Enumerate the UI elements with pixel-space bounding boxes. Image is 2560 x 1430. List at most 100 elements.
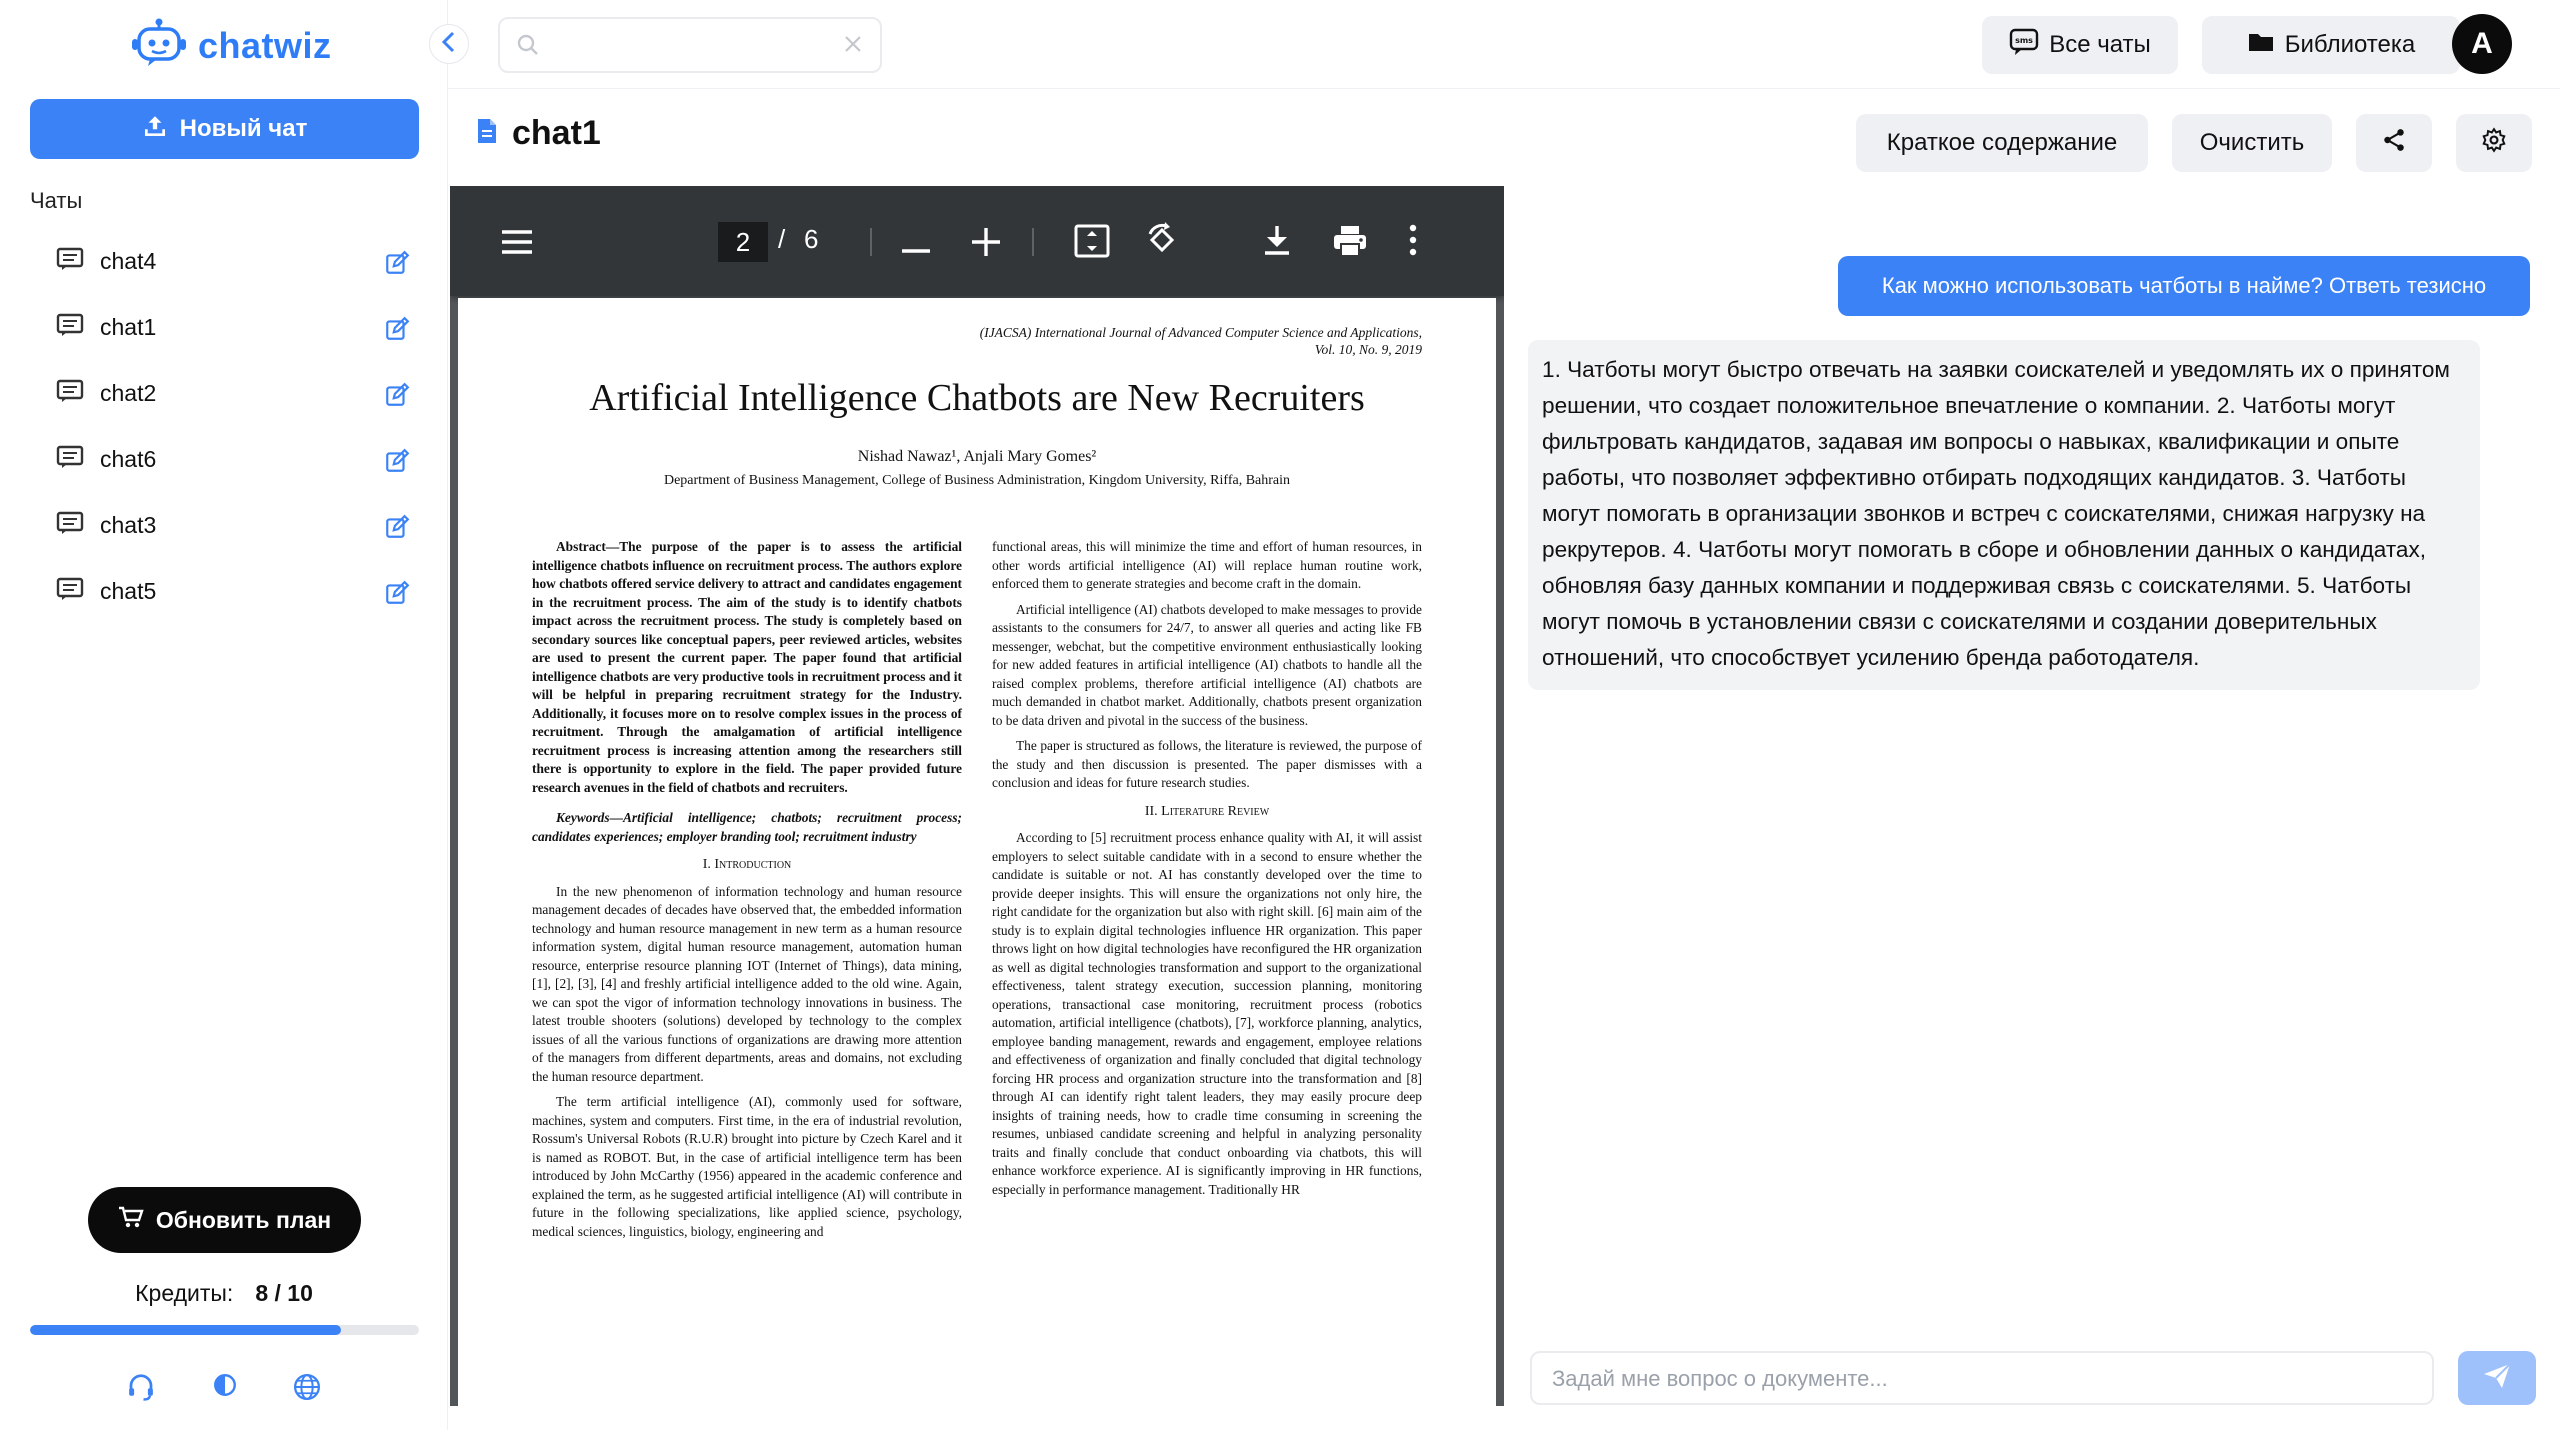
pdf-viewer[interactable]: 2 / 6 (IJACSA) International Journal of … — [450, 186, 1504, 1406]
search-box — [498, 17, 882, 73]
send-button[interactable] — [2458, 1351, 2536, 1405]
library-label: Библиотека — [2284, 31, 2416, 58]
clear-button[interactable]: Очистить — [2172, 114, 2332, 172]
summary-button[interactable]: Краткое содержание — [1856, 114, 2148, 172]
pdf-page: (IJACSA) International Journal of Advanc… — [458, 298, 1496, 1406]
cart-icon — [118, 1205, 144, 1235]
page-total: 6 — [804, 224, 819, 254]
download-icon[interactable] — [1262, 224, 1292, 261]
paper-paragraph: According to [5] recruitment process enh… — [992, 830, 1422, 1197]
edit-icon[interactable] — [384, 250, 410, 281]
new-chat-label: Новый чат — [179, 115, 308, 142]
logo[interactable]: chatwiz — [130, 18, 332, 73]
toolbar-divider — [870, 228, 872, 256]
chat-bubble-icon — [56, 379, 84, 408]
page-separator: / — [778, 224, 786, 254]
zoom-in-icon[interactable] — [972, 228, 1000, 261]
assistant-message: 1. Чатботы могут быстро отвечать на заяв… — [1528, 340, 2480, 690]
chat-input[interactable] — [1552, 1363, 2412, 1395]
journal-line: (IJACSA) International Journal of Advanc… — [979, 325, 1422, 340]
chat-item-label: chat1 — [100, 313, 157, 340]
chat-item-label: chat3 — [100, 511, 157, 538]
paper-department: Department of Business Management, Colle… — [663, 473, 1291, 488]
upload-icon — [142, 113, 168, 146]
chevron-left-icon — [440, 31, 458, 58]
search-icon — [516, 33, 540, 62]
upgrade-plan-button[interactable]: Обновить план — [88, 1187, 361, 1253]
chat-list-item[interactable]: chat5 — [30, 558, 410, 624]
document-icon — [476, 117, 498, 150]
credits-label: Кредиты: — [135, 1280, 234, 1306]
chat-list-item[interactable]: chat6 — [30, 426, 410, 492]
logo-text: chatwiz — [198, 24, 332, 66]
sidebar: chatwiz Новый чат Чаты chat4 chat1 chat2 — [0, 0, 448, 1430]
chat-bubble-icon — [56, 577, 84, 606]
library-button[interactable]: Библиотека — [2202, 16, 2460, 74]
gear-icon — [2481, 126, 2507, 160]
menu-icon[interactable] — [500, 228, 534, 261]
user-message: Как можно использовать чатботы в найме? … — [1838, 256, 2530, 316]
edit-icon[interactable] — [384, 448, 410, 479]
credits-progress-fill — [30, 1325, 342, 1335]
zoom-out-icon[interactable] — [902, 240, 930, 258]
search-input[interactable] — [548, 29, 838, 61]
page-number-input[interactable]: 2 — [718, 222, 768, 262]
all-chats-label: Все чаты — [2049, 31, 2151, 58]
rotate-icon[interactable] — [1144, 222, 1180, 263]
pdf-toolbar: 2 / 6 — [450, 186, 1504, 296]
more-vertical-icon[interactable] — [1408, 224, 1418, 261]
journal-header: (IJACSA) International Journal of Advanc… — [980, 324, 1422, 358]
chat-list-item[interactable]: chat1 — [30, 294, 410, 360]
collapse-sidebar-button[interactable] — [429, 24, 469, 64]
paper-keywords: Keywords—Artificial intelligence; chatbo… — [532, 810, 962, 844]
chat-bubble-icon — [56, 313, 84, 342]
send-icon — [2482, 1362, 2512, 1395]
journal-line: Vol. 10, No. 9, 2019 — [1314, 342, 1422, 357]
section-heading: II. Literature Review — [1144, 803, 1270, 819]
paper-authors: Nishad Nawaz¹, Anjali Mary Gomes² — [857, 448, 1097, 465]
chats-heading: Чаты — [30, 188, 83, 213]
chat-item-label: chat6 — [100, 445, 157, 472]
credits-row: Кредиты: 8 / 10 — [0, 1280, 448, 1307]
chat-item-label: chat5 — [100, 577, 157, 604]
new-chat-button[interactable]: Новый чат — [30, 99, 419, 159]
paper-paragraph: functional areas, this will minimize the… — [992, 539, 1422, 591]
clear-search-icon[interactable] — [842, 33, 864, 60]
print-icon[interactable] — [1332, 224, 1368, 263]
chat-list: chat4 chat1 chat2 chat6 chat3 chat5 — [30, 228, 410, 624]
share-button[interactable] — [2356, 114, 2432, 172]
fit-page-icon[interactable] — [1074, 224, 1110, 263]
chat-list-item[interactable]: chat4 — [30, 228, 410, 294]
all-chats-button[interactable]: sms Все чаты — [1982, 16, 2178, 74]
paper-abstract: Abstract—The purpose of the paper is to … — [532, 539, 962, 795]
chat-composer — [1530, 1351, 2434, 1405]
user-avatar[interactable]: A — [2452, 14, 2512, 74]
chat-bubble-icon — [56, 445, 84, 474]
paper-title: Artificial Intelligence Chatbots are New… — [589, 377, 1365, 419]
chat-bubble-icon — [56, 511, 84, 540]
section-heading: I. Introduction — [702, 857, 792, 872]
paper-paragraph: The paper is structured as follows, the … — [992, 738, 1422, 790]
svg-text:sms: sms — [2015, 36, 2033, 45]
paper-paragraph: Artificial intelligence (AI) chatbots de… — [992, 601, 1422, 728]
edit-icon[interactable] — [384, 316, 410, 347]
edit-icon[interactable] — [384, 382, 410, 413]
settings-button[interactable] — [2456, 114, 2532, 172]
credits-progress-bar — [30, 1325, 419, 1335]
edit-icon[interactable] — [384, 580, 410, 611]
share-icon — [2381, 127, 2407, 160]
chat-list-item[interactable]: chat3 — [30, 492, 410, 558]
chat-list-item[interactable]: chat2 — [30, 360, 410, 426]
document-title-text: chat1 — [512, 114, 601, 152]
document-title: chat1 — [476, 114, 601, 153]
contrast-icon[interactable] — [212, 1372, 238, 1403]
headset-icon[interactable] — [126, 1372, 156, 1407]
sms-icon: sms — [2009, 28, 2039, 63]
credits-value: 8 / 10 — [255, 1280, 313, 1306]
edit-icon[interactable] — [384, 514, 410, 545]
chat-bubble-icon — [56, 247, 84, 276]
paper-column-left: Abstract—The purpose of the paper is to … — [532, 538, 962, 1248]
upgrade-plan-label: Обновить план — [155, 1206, 332, 1233]
robot-logo-icon — [130, 18, 188, 73]
globe-icon[interactable] — [292, 1372, 322, 1407]
